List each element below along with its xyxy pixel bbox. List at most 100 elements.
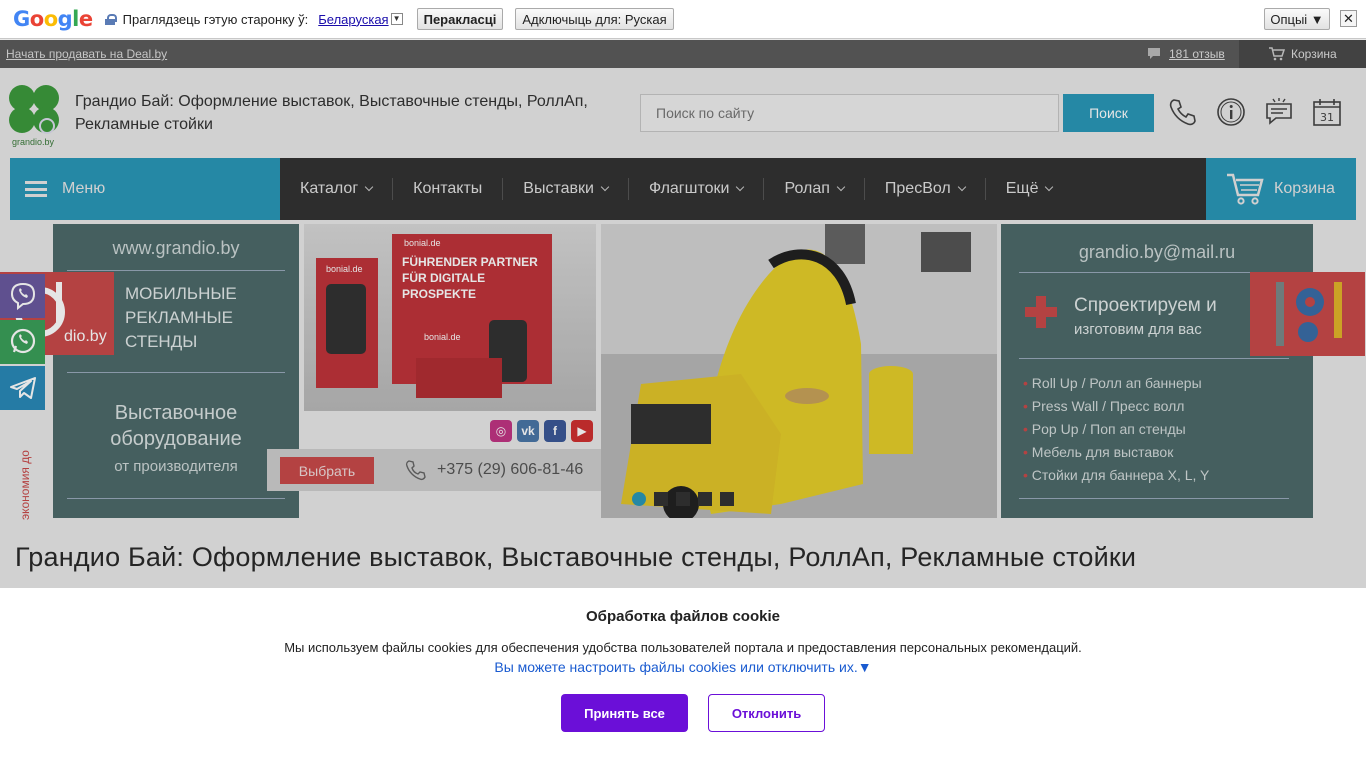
service-item: Мебель для выставок (1023, 441, 1209, 464)
reviews-count[interactable]: 181 отзыв (1169, 47, 1225, 61)
cookie-banner: Обработка файлов cookie Мы используем фа… (0, 588, 1366, 768)
banner-equipment: Выставочное оборудование (110, 402, 242, 450)
slider-dot-active[interactable] (632, 492, 646, 506)
whatsapp-button[interactable] (0, 320, 45, 364)
divider (1019, 272, 1289, 273)
nav-item-exhibitions[interactable]: Выставки (503, 178, 629, 200)
viber-icon (10, 282, 35, 311)
nav-item-catalog[interactable]: Каталог (280, 178, 394, 200)
banner-left-panel: www.grandio.by МОБИЛЬНЫЕ РЕКЛАМНЫЕ СТЕНД… (53, 224, 299, 518)
phone-graphic (326, 284, 366, 354)
search-input[interactable] (640, 94, 1059, 132)
accept-all-button[interactable]: Принять все (561, 694, 688, 732)
nav-item-label: Выставки (523, 180, 594, 197)
banner-mobile-stands: МОБИЛЬНЫЕ РЕКЛАМНЫЕ СТЕНДЫ (125, 284, 237, 351)
telegram-icon (9, 377, 36, 399)
cookie-title: Обработка файлов cookie (586, 608, 780, 625)
chat-icon[interactable] (1263, 96, 1295, 128)
translate-bar: Google Праглядзець гэтую старонку ў: Бел… (0, 0, 1366, 39)
reviews-link[interactable]: 181 отзыв (1147, 47, 1225, 61)
nav-cart-label: Корзина (1274, 180, 1335, 197)
banner-url: www.grandio.by (112, 238, 240, 258)
nav-item-label: Ролап (784, 180, 830, 197)
cart-icon (1269, 47, 1285, 61)
menu-label: Меню (62, 180, 106, 197)
youtube-icon[interactable]: ▶ (571, 420, 593, 442)
main-nav: Меню Каталог Контакты Выставки Флагштоки… (10, 158, 1356, 220)
service-item: Roll Up / Ролл ап баннеры (1023, 372, 1209, 395)
service-item: Press Wall / Пресс волл (1023, 395, 1209, 418)
telegram-button[interactable] (0, 366, 45, 410)
start-selling-link[interactable]: Начать продавать на Deal.by (6, 47, 167, 61)
choose-button[interactable]: Выбрать (280, 457, 374, 484)
cookie-settings-link[interactable]: Вы можете настроить файлы cookies или от… (0, 659, 1366, 675)
banner-truck-photo (601, 224, 997, 518)
hero-banner[interactable]: www.grandio.by МОБИЛЬНЫЕ РЕКЛАМНЫЕ СТЕНД… (0, 220, 1366, 522)
chevron-down-icon (1045, 182, 1054, 192)
language-select[interactable]: Беларуская (318, 12, 388, 27)
nav-item-contacts[interactable]: Контакты (393, 178, 504, 200)
close-translate-icon[interactable]: ✕ (1340, 10, 1357, 27)
cart-icon (1227, 173, 1264, 205)
decline-button[interactable]: Отклонить (708, 694, 825, 732)
search-button[interactable]: Поиск (1063, 94, 1154, 132)
info-icon[interactable] (1215, 96, 1247, 128)
divider (67, 498, 285, 499)
slider-dot[interactable] (720, 492, 734, 506)
service-item: Pop Up / Поп ап стенды (1023, 418, 1209, 441)
nav-item-rollup[interactable]: Ролап (764, 178, 865, 200)
translate-button[interactable]: Перакласці (416, 8, 504, 30)
site-title: Грандио Бай: Оформление выставок, Выстав… (75, 93, 588, 133)
nav-item-label: Контакты (413, 180, 483, 197)
phone-icon (405, 460, 426, 481)
banner-right-panel: grandio.by@mail.ru Спроектируем и изгото… (1001, 224, 1365, 518)
nav-item-presswall[interactable]: ПресВол (865, 178, 986, 200)
stand-headline: FÜHRENDER PARTNER FÜR DIGITALE PROSPEKTE (402, 255, 538, 301)
calendar-icon[interactable]: 31 (1311, 96, 1343, 128)
nav-item-label: ПресВол (884, 180, 951, 197)
language-dropdown-icon[interactable]: ▼ (390, 13, 403, 25)
slider-dot[interactable] (698, 492, 712, 506)
slider-dot[interactable] (654, 492, 668, 506)
menu-button[interactable]: Меню (10, 158, 280, 220)
banner-email: grandio.by@mail.ru (1078, 242, 1236, 262)
side-promo-text: экономия до (18, 450, 32, 520)
hamburger-icon (25, 181, 47, 197)
nav-items: Каталог Контакты Выставки Флагштоки Рола… (280, 158, 1072, 220)
whatsapp-icon (10, 328, 35, 354)
divider (67, 270, 285, 271)
nav-item-flagpoles[interactable]: Флагштоки (629, 178, 765, 200)
facebook-icon[interactable]: f (544, 420, 566, 442)
nav-item-label: Флагштоки (648, 180, 730, 197)
chevron-down-icon (736, 182, 745, 192)
nav-item-label: Ещё (1005, 180, 1039, 197)
chevron-down-icon (836, 182, 846, 192)
nav-item-label: Каталог (300, 180, 359, 197)
stand-brand: bonial.de (404, 238, 441, 248)
banner-phone: +375 (29) 606-81-46 (437, 461, 584, 478)
phone-icon[interactable] (1167, 96, 1199, 128)
page-title: Грандио Бай: Оформление выставок, Выстав… (15, 542, 1137, 572)
top-cart-link[interactable]: Корзина (1239, 40, 1366, 68)
instagram-icon[interactable]: ◎ (490, 420, 512, 442)
truck-scene (601, 224, 997, 518)
options-button[interactable]: Опцыі ▼ (1264, 8, 1330, 30)
viber-button[interactable] (0, 274, 45, 318)
nav-item-more[interactable]: Ещё (986, 178, 1073, 200)
plus-icon (1025, 296, 1057, 328)
divider (1019, 358, 1289, 359)
service-item: Стойки для баннера X, L, Y (1023, 464, 1210, 487)
chevron-down-icon (364, 182, 374, 192)
banner-design-text: Спроектируем и изготовим для вас (1074, 295, 1217, 338)
google-logo: Google (13, 7, 93, 31)
banner-manufacturer: от производителя (114, 458, 238, 475)
slider-dot[interactable] (676, 492, 690, 506)
site-header: Грандио Бай: Оформление выставок, Выстав… (0, 68, 1366, 158)
top-cart-label: Корзина (1291, 47, 1337, 61)
svg-text:31: 31 (1320, 111, 1334, 124)
vk-icon[interactable]: vk (517, 420, 539, 442)
slider-dots (632, 492, 734, 506)
lock-icon (104, 13, 117, 25)
nav-cart-button[interactable]: Корзина (1206, 158, 1356, 220)
disable-translate-button[interactable]: Адключыць для: Руская (515, 8, 674, 30)
